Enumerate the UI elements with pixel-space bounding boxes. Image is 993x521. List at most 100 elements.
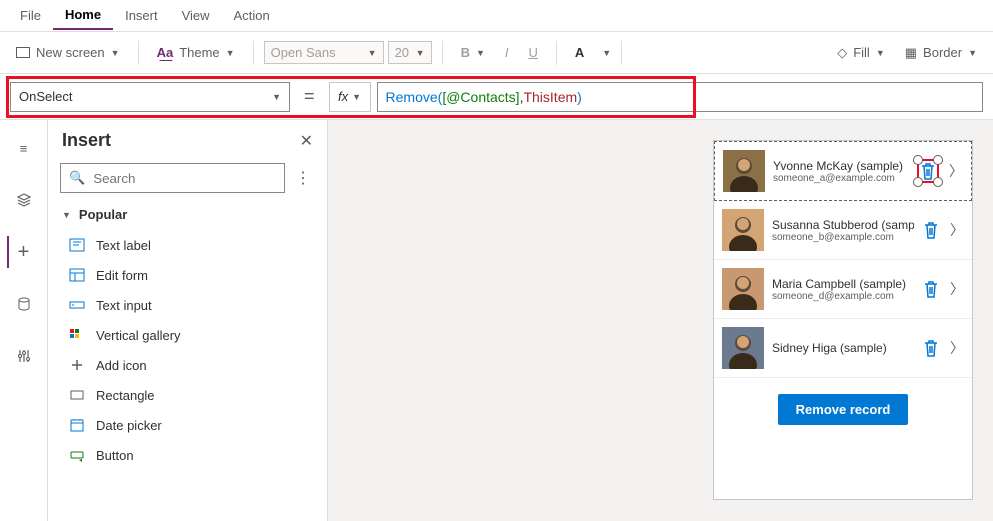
insert-title: Insert [62,130,111,151]
formula-input[interactable]: Remove( [@Contacts], ThisItem ) [377,82,983,112]
insert-item-text[interactable]: Text label [48,230,327,260]
menubar: File Home Insert View Action [0,0,993,32]
insert-item-plus[interactable]: Add icon [48,350,327,380]
close-icon[interactable]: ✕ [300,131,313,151]
button-icon [68,447,86,463]
chevron-down-icon: ▼ [968,48,977,58]
category-header[interactable]: ▼ Popular [48,199,327,230]
insert-item-form[interactable]: Edit form [48,260,327,290]
more-icon[interactable]: ⋮ [291,168,315,188]
workspace: ≡ + Insert ✕ 🔍 ⋮ ▼ Popular Text labelEdi… [0,120,993,521]
separator [253,41,254,65]
selected-trash-icon[interactable] [917,159,939,183]
trash-icon[interactable] [922,338,940,358]
fill-icon: ◇ [837,45,847,61]
chevron-right-icon[interactable]: 〉 [948,220,966,240]
plus-icon [68,357,86,373]
contact-row[interactable]: Sidney Higa (sample) 〉 [714,319,972,378]
font-value: Open Sans [271,45,336,60]
chevron-down-icon: ▼ [226,48,235,58]
chevron-down-icon: ▼ [62,210,71,220]
chevron-down-icon: ▼ [416,48,425,58]
contact-info: Maria Campbell (sample)someone_d@example… [772,277,914,302]
formula-token: [@Contacts] [442,89,519,105]
search-icon: 🔍 [69,170,85,186]
chevron-down-icon: ▼ [352,92,361,102]
left-iconbar: ≡ + [0,120,48,521]
font-select[interactable]: Open Sans ▼ [264,41,384,64]
contact-row[interactable]: Maria Campbell (sample)someone_d@example… [714,260,972,319]
chevron-right-icon[interactable]: 〉 [947,161,965,181]
fontsize-select[interactable]: 20 ▼ [388,41,432,64]
contact-info: Sidney Higa (sample) [772,341,914,355]
bold-button[interactable]: B ▼ [453,41,493,64]
separator [621,41,622,65]
contact-name: Yvonne McKay (sample) [773,159,909,173]
formula-bar: OnSelect ▼ = fx ▼ Remove( [@Contacts], T… [0,74,993,120]
data-button[interactable] [8,288,40,320]
separator [556,41,557,65]
remove-record-button[interactable]: Remove record [778,394,909,425]
border-icon: ▦ [905,45,917,61]
separator [138,41,139,65]
insert-item-date[interactable]: Date picker [48,410,327,440]
new-screen-button[interactable]: New screen ▼ [8,41,128,64]
input-icon [68,297,86,313]
chevron-down-icon: ▼ [111,48,120,58]
equals-sign: = [296,86,323,107]
insert-item-gallery[interactable]: Vertical gallery [48,320,327,350]
fill-button[interactable]: ◇ Fill ▼ [829,41,893,65]
menu-home[interactable]: Home [53,1,113,30]
contact-row[interactable]: Susanna Stubberod (sample)someone_b@exam… [714,201,972,260]
separator [442,41,443,65]
insert-item-button[interactable]: Button [48,440,327,470]
date-icon [68,417,86,433]
layers-button[interactable] [8,184,40,216]
trash-icon[interactable] [922,220,940,240]
insert-item-label: Rectangle [96,388,155,403]
insert-item-input[interactable]: Text input [48,290,327,320]
chevron-down-icon[interactable]: ▼ [602,48,611,58]
insert-item-label: Add icon [96,358,147,373]
contact-row[interactable]: Yvonne McKay (sample)someone_a@example.c… [714,141,972,201]
gallery-icon [68,327,86,343]
search-input[interactable]: 🔍 [60,163,285,193]
settings-button[interactable] [8,340,40,372]
menu-insert[interactable]: Insert [113,2,170,29]
property-select[interactable]: OnSelect ▼ [10,82,290,112]
formula-token: ) [577,89,582,105]
font-color-button[interactable]: A [567,41,598,64]
fx-button[interactable]: fx ▼ [329,82,371,112]
insert-item-rect[interactable]: Rectangle [48,380,327,410]
insert-item-label: Text input [96,298,152,313]
contact-info: Susanna Stubberod (sample)someone_b@exam… [772,218,914,243]
search-row: 🔍 ⋮ [48,157,327,199]
insert-list: Text labelEdit form Text input Vertical ga… [48,230,327,470]
chevron-right-icon[interactable]: 〉 [948,279,966,299]
rect-icon [68,387,86,403]
avatar [723,150,765,192]
tree-view-button[interactable]: ≡ [8,132,40,164]
menu-view[interactable]: View [170,2,222,29]
fontsize-value: 20 [395,45,409,60]
screen-icon [16,47,30,58]
search-field[interactable] [93,171,276,186]
insert-header: Insert ✕ [48,120,327,157]
avatar [722,209,764,251]
chevron-right-icon[interactable]: 〉 [948,338,966,358]
avatar [722,327,764,369]
insert-button[interactable]: + [7,236,39,268]
formula-token: Remove [386,89,438,105]
menu-action[interactable]: Action [222,2,282,29]
trash-icon[interactable] [922,279,940,299]
underline-button[interactable]: U [521,41,546,64]
new-screen-label: New screen [36,45,105,60]
menu-file[interactable]: File [8,2,53,29]
insert-item-label: Button [96,448,134,463]
italic-button[interactable]: I [497,41,517,64]
canvas-area[interactable]: Yvonne McKay (sample)someone_a@example.c… [328,120,993,521]
border-button[interactable]: ▦ Border ▼ [897,41,985,65]
theme-button[interactable]: A͟a Theme ▼ [149,41,243,64]
fx-icon: fx [338,89,348,104]
theme-icon: A͟a [157,45,174,60]
